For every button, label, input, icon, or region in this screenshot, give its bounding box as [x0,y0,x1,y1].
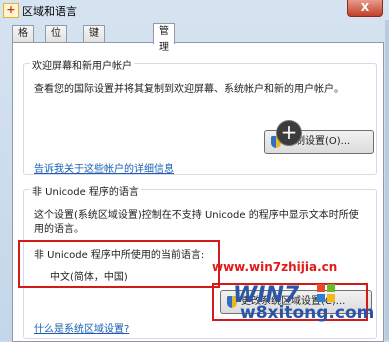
non-unicode-description-line2: 用的语言。 [34,224,84,235]
tab-keyboards-languages[interactable]: 键盘和语言 [83,25,105,103]
tab-formats[interactable]: 格式 [12,25,34,55]
title-bar: + 区域和语言 X [0,0,389,20]
tab-location[interactable]: 位置 [45,25,67,55]
system-locale-help-link[interactable]: 什么是系统区域设置? [34,320,129,335]
watermark-url: www.win7zhijia.cn [212,260,338,274]
non-unicode-description-line1: 这个设置(系统区域设置)控制在不支持 Unicode 的程序中显示文本时所使 [34,210,359,221]
window-title: 区域和语言 [22,5,77,18]
welcome-accounts-link[interactable]: 告诉我关于这些帐户的详细信息 [34,160,174,175]
tab-administrative[interactable]: 管理 [153,23,175,53]
welcome-group-title: 欢迎屏幕和新用户帐户 [30,57,134,72]
highlight-current-language [18,240,220,288]
window-edge [385,20,389,340]
welcome-description: 查看您的国际设置并将其复制到欢迎屏幕、系统帐户和新的用户帐户。 [34,84,344,95]
plus-icon: + [276,120,302,146]
region-language-dialog: + 区域和语言 X 格式 位置 键盘和语言 管理 欢迎屏幕和新用户帐户 查看您的… [0,0,389,342]
welcome-screen-group: 欢迎屏幕和新用户帐户 查看您的国际设置并将其复制到欢迎屏幕、系统帐户和新的用户帐… [23,57,377,175]
region-app-icon: + [3,3,19,18]
close-button[interactable]: X [347,0,383,17]
non-unicode-group-title: 非 Unicode 程序的语言 [30,183,141,198]
watermark-site: w8xitong.com [240,303,375,323]
